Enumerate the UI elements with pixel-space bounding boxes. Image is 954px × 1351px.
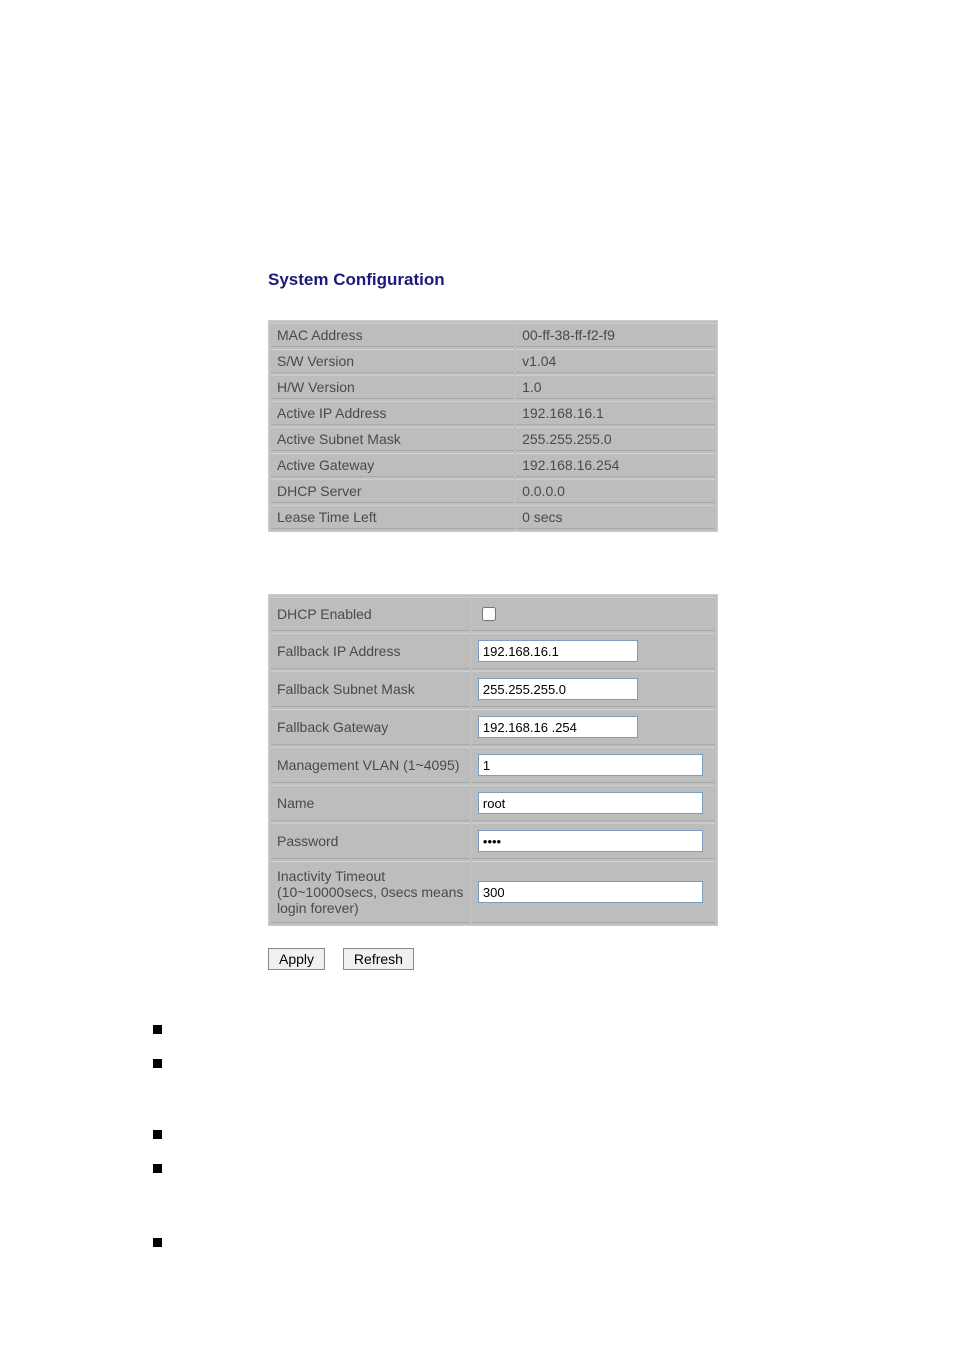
dhcp-enabled-checkbox[interactable] <box>482 607 496 621</box>
table-row: Name <box>271 785 715 821</box>
sw-version-label: S/W Version <box>271 349 514 373</box>
table-row: Fallback IP Address <box>271 633 715 669</box>
hw-version-label: H/W Version <box>271 375 514 399</box>
sw-version-value: v1.04 <box>516 349 715 373</box>
table-row: DHCP Enabled <box>271 597 715 631</box>
system-info-table: MAC Address 00-ff-38-ff-f2-f9 S/W Versio… <box>268 320 718 532</box>
table-row: MAC Address 00-ff-38-ff-f2-f9 <box>271 323 715 347</box>
table-row: Inactivity Timeout (10~10000secs, 0secs … <box>271 861 715 923</box>
table-row: Management VLAN (1~4095) <box>271 747 715 783</box>
fallback-gateway-label: Fallback Gateway <box>271 709 470 745</box>
mgmt-vlan-cell <box>472 747 715 783</box>
fallback-gateway-input[interactable] <box>478 716 638 738</box>
active-ip-value: 192.168.16.1 <box>516 401 715 425</box>
bullet-icon <box>153 1238 162 1247</box>
password-input[interactable] <box>478 830 703 852</box>
bullet-icon <box>153 1059 162 1068</box>
table-row: Active Gateway 192.168.16.254 <box>271 453 715 477</box>
table-row: Lease Time Left 0 secs <box>271 505 715 529</box>
table-row: H/W Version 1.0 <box>271 375 715 399</box>
mac-address-label: MAC Address <box>271 323 514 347</box>
fallback-ip-input[interactable] <box>478 640 638 662</box>
bullet-icon <box>153 1025 162 1034</box>
config-form-table: DHCP Enabled Fallback IP Address Fallbac… <box>268 594 718 926</box>
table-row: Active Subnet Mask 255.255.255.0 <box>271 427 715 451</box>
table-row: Fallback Gateway <box>271 709 715 745</box>
inactivity-timeout-cell <box>472 861 715 923</box>
lease-time-label: Lease Time Left <box>271 505 514 529</box>
dhcp-enabled-cell <box>472 597 715 631</box>
name-label: Name <box>271 785 470 821</box>
button-row: Apply Refresh <box>268 948 718 970</box>
name-input[interactable] <box>478 792 703 814</box>
mgmt-vlan-input[interactable] <box>478 754 703 776</box>
dhcp-server-value: 0.0.0.0 <box>516 479 715 503</box>
fallback-ip-label: Fallback IP Address <box>271 633 470 669</box>
table-row: Fallback Subnet Mask <box>271 671 715 707</box>
table-row: S/W Version v1.04 <box>271 349 715 373</box>
password-cell <box>472 823 715 859</box>
table-row: Password <box>271 823 715 859</box>
mac-address-value: 00-ff-38-ff-f2-f9 <box>516 323 715 347</box>
table-row: DHCP Server 0.0.0.0 <box>271 479 715 503</box>
mgmt-vlan-label: Management VLAN (1~4095) <box>271 747 470 783</box>
inactivity-timeout-label: Inactivity Timeout (10~10000secs, 0secs … <box>271 861 470 923</box>
fallback-subnet-input[interactable] <box>478 678 638 700</box>
inactivity-timeout-input[interactable] <box>478 881 703 903</box>
fallback-subnet-cell <box>472 671 715 707</box>
name-cell <box>472 785 715 821</box>
table-row: Active IP Address 192.168.16.1 <box>271 401 715 425</box>
bullet-list <box>153 1025 718 1247</box>
fallback-ip-cell <box>472 633 715 669</box>
bullet-icon <box>153 1130 162 1139</box>
page-title: System Configuration <box>268 270 718 290</box>
active-subnet-label: Active Subnet Mask <box>271 427 514 451</box>
active-gateway-value: 192.168.16.254 <box>516 453 715 477</box>
active-ip-label: Active IP Address <box>271 401 514 425</box>
active-gateway-label: Active Gateway <box>271 453 514 477</box>
lease-time-value: 0 secs <box>516 505 715 529</box>
fallback-gateway-cell <box>472 709 715 745</box>
dhcp-enabled-label: DHCP Enabled <box>271 597 470 631</box>
bullet-icon <box>153 1164 162 1173</box>
refresh-button[interactable]: Refresh <box>343 948 414 970</box>
apply-button[interactable]: Apply <box>268 948 325 970</box>
active-subnet-value: 255.255.255.0 <box>516 427 715 451</box>
fallback-subnet-label: Fallback Subnet Mask <box>271 671 470 707</box>
dhcp-server-label: DHCP Server <box>271 479 514 503</box>
hw-version-value: 1.0 <box>516 375 715 399</box>
password-label: Password <box>271 823 470 859</box>
